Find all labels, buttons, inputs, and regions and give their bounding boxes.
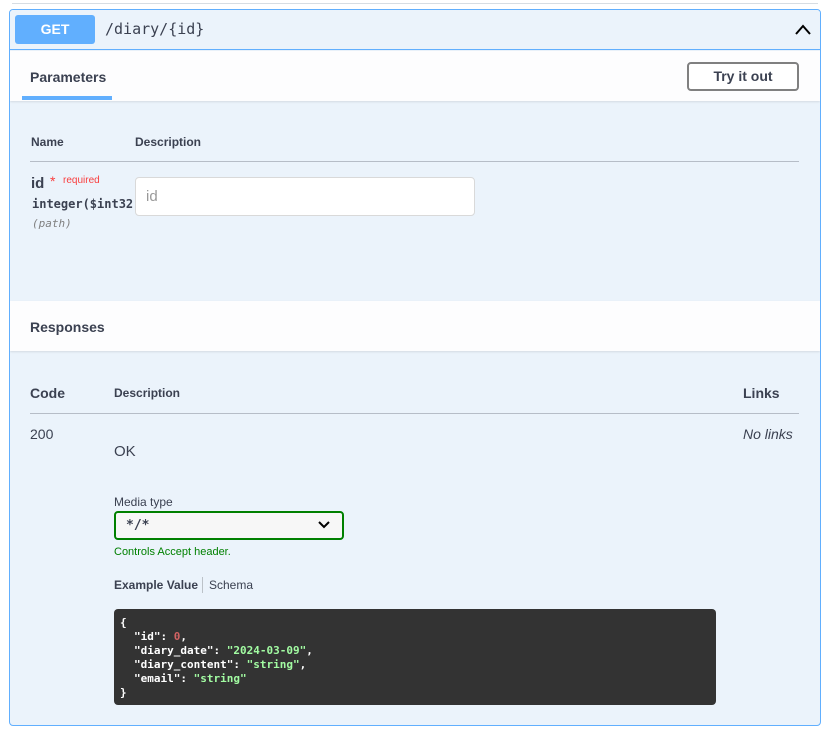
tab-separator — [202, 577, 203, 593]
code-key: "diary_date" — [134, 644, 214, 657]
code-value: "string" — [246, 658, 300, 671]
code-key: "diary_content" — [134, 658, 234, 671]
parameters-header-rule — [30, 161, 799, 162]
parameters-header: Parameters Try it out — [10, 51, 820, 101]
code-separator: , — [306, 644, 313, 657]
response-description: OK — [114, 443, 136, 460]
column-code-header: Code — [30, 385, 65, 401]
required-label: required — [63, 175, 100, 186]
code-key: "email" — [134, 672, 181, 685]
param-name: id — [31, 175, 45, 192]
response-code: 200 — [30, 426, 54, 442]
chevron-up-icon[interactable] — [794, 22, 812, 36]
code-line: "diary_date": "2024-03-09", — [134, 644, 313, 657]
code-separator: , — [180, 630, 187, 643]
http-method-badge: GET — [15, 15, 95, 44]
responses-header-rule — [30, 413, 799, 414]
code-line: "diary_content": "string", — [134, 658, 307, 671]
media-type-select[interactable]: */* — [114, 511, 344, 540]
try-it-out-button[interactable]: Try it out — [687, 62, 799, 91]
operation-block-get-diary: GET /diary/{id} Parameters Try it out Na… — [9, 9, 821, 726]
code-value: "string" — [193, 672, 247, 685]
media-type-value: */* — [126, 518, 150, 533]
code-value: "2024-03-09" — [226, 644, 307, 657]
code-key: "id" — [134, 630, 161, 643]
operation-summary[interactable]: GET /diary/{id} — [10, 10, 820, 50]
column-links-header: Links — [743, 385, 780, 401]
response-links: No links — [743, 426, 793, 442]
tab-parameters[interactable]: Parameters — [22, 51, 112, 101]
column-description-header: Description — [135, 135, 202, 149]
top-divider — [12, 3, 818, 4]
code-open-brace: { — [120, 616, 127, 629]
responses-header: Responses — [10, 301, 820, 351]
endpoint-path: /diary/{id} — [105, 20, 205, 38]
code-separator: , — [299, 658, 307, 671]
code-line: "email": "string" — [134, 672, 247, 685]
example-value-code: { "id": 0, "diary_date": "2024-03-09", "… — [114, 609, 716, 705]
code-line: "id": 0, — [134, 630, 187, 643]
param-location: (path) — [32, 217, 72, 230]
responses-title: Responses — [30, 319, 105, 335]
column-response-description-header: Description — [114, 386, 181, 400]
code-close-brace: } — [120, 686, 127, 699]
tab-schema[interactable]: Schema — [209, 578, 253, 592]
media-type-label: Media type — [114, 495, 173, 509]
required-star: * — [50, 173, 56, 189]
column-name-header: Name — [31, 135, 64, 149]
tab-parameters-label: Parameters — [30, 69, 107, 85]
active-tab-indicator — [22, 96, 112, 100]
param-type: integer($int32) — [32, 197, 141, 211]
tab-example-value[interactable]: Example Value — [114, 578, 198, 592]
id-input[interactable] — [135, 177, 475, 216]
controls-accept-text: Controls Accept header. — [114, 546, 231, 558]
chevron-down-icon — [318, 521, 330, 529]
